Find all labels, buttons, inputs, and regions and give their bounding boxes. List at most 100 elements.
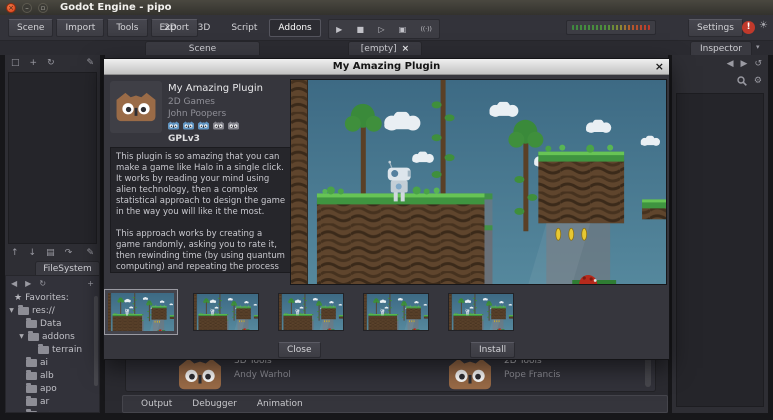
workspace-3d[interactable]: 3D bbox=[189, 19, 220, 37]
thumbnail-1-selected[interactable] bbox=[104, 289, 178, 335]
thumbnail-3[interactable] bbox=[278, 293, 344, 331]
move-up-icon[interactable]: ↑ bbox=[11, 248, 19, 258]
gear-icon[interactable]: ⚙ bbox=[754, 76, 762, 86]
folder-icon bbox=[26, 359, 37, 367]
window-minimize-button[interactable]: – bbox=[22, 3, 32, 13]
reparent-icon[interactable]: ↷ bbox=[65, 248, 73, 258]
thumbnail-2[interactable] bbox=[193, 293, 259, 331]
settings-button[interactable]: Settings bbox=[688, 19, 743, 37]
tab-debugger[interactable]: Debugger bbox=[192, 399, 237, 409]
plugin-license: GPLv3 bbox=[168, 134, 200, 144]
alert-icon[interactable]: ! bbox=[742, 21, 755, 34]
addon-author: Pope Francis bbox=[504, 370, 560, 380]
menu-tools[interactable]: Tools bbox=[107, 19, 147, 37]
instance-scene-icon[interactable]: ↻ bbox=[47, 58, 55, 68]
fs-back-icon[interactable]: ◀ bbox=[11, 279, 17, 288]
tab-empty-scene[interactable]: [empty] × bbox=[348, 41, 422, 55]
play-scene-icon[interactable]: ▷ bbox=[378, 25, 384, 34]
empty-scene-label: [empty] bbox=[361, 44, 397, 54]
fs-folder-addons[interactable]: ▼ addons bbox=[6, 330, 99, 343]
godot-editor-window: × – ▫ Godot Engine - pipo Scene Import T… bbox=[0, 0, 773, 420]
inspector-dock: ◀ ▶ ↺ ⚙ bbox=[672, 55, 768, 413]
tab-scene-dock[interactable]: Scene bbox=[145, 41, 260, 55]
tab-output[interactable]: Output bbox=[141, 399, 172, 409]
fs-folder-arss[interactable]: arss bbox=[6, 408, 99, 413]
workspace-2d[interactable]: 2D bbox=[155, 19, 186, 37]
preview-thumbnails bbox=[104, 289, 671, 337]
fs-folder-ai[interactable]: ai bbox=[6, 356, 99, 369]
menu-import[interactable]: Import bbox=[56, 19, 104, 37]
fs-folder-res[interactable]: ▼ res:// bbox=[6, 304, 99, 317]
attach-script-icon[interactable]: ✎ bbox=[86, 248, 94, 258]
inspector-content[interactable] bbox=[676, 93, 764, 407]
folder-label: ar bbox=[40, 397, 49, 407]
plugin-rating bbox=[167, 120, 240, 131]
folder-icon bbox=[26, 385, 37, 393]
inspector-back-icon[interactable]: ◀ bbox=[727, 59, 734, 69]
dialog-titlebar[interactable]: My Amazing Plugin × bbox=[104, 59, 669, 75]
plugin-description: This plugin is so amazing that you can m… bbox=[110, 147, 292, 273]
scene-tab-close-icon[interactable]: × bbox=[402, 44, 410, 54]
folder-label: Data bbox=[40, 319, 62, 329]
play-custom-scene-icon[interactable]: ▣ bbox=[399, 25, 407, 34]
workspace-addons[interactable]: Addons bbox=[269, 19, 320, 37]
brightness-icon[interactable]: ☀ bbox=[759, 20, 768, 31]
filesystem-panel: ◀ ▶ ↻ + ★ Favorites: ▼ res:// Data bbox=[5, 275, 100, 413]
fs-refresh-icon[interactable]: ↻ bbox=[39, 279, 46, 288]
inspector-forward-icon[interactable]: ▶ bbox=[741, 59, 748, 69]
fs-forward-icon[interactable]: ▶ bbox=[25, 279, 31, 288]
stop-icon[interactable]: ■ bbox=[357, 25, 365, 34]
add-node-icon[interactable]: + bbox=[30, 58, 38, 68]
performance-meter-fill bbox=[572, 25, 650, 30]
menu-scene[interactable]: Scene bbox=[8, 19, 53, 37]
tab-filesystem[interactable]: FileSystem bbox=[35, 261, 100, 275]
game-screenshot bbox=[291, 80, 666, 284]
window-close-button[interactable]: × bbox=[6, 3, 16, 13]
inspector-dropdown-icon[interactable]: ▾ bbox=[756, 43, 760, 51]
godot-head-icon bbox=[113, 87, 159, 127]
folder-label: ai bbox=[40, 358, 48, 368]
tab-animation[interactable]: Animation bbox=[257, 399, 303, 409]
filesystem-nav: ◀ ▶ ↻ + bbox=[6, 276, 99, 291]
thumbnail-4[interactable] bbox=[363, 293, 429, 331]
folder-label: arss bbox=[40, 410, 59, 414]
fs-add-icon[interactable]: + bbox=[87, 279, 94, 288]
filesystem-scrollbar[interactable] bbox=[94, 296, 98, 386]
duplicate-icon[interactable]: ▤ bbox=[46, 248, 55, 258]
fs-folder-terrain[interactable]: terrain bbox=[6, 343, 99, 356]
fs-favorites[interactable]: ★ Favorites: bbox=[6, 291, 99, 304]
expand-icon[interactable]: ▼ bbox=[8, 307, 15, 314]
folder-label: res:// bbox=[32, 306, 55, 316]
dialog-close-icon[interactable]: × bbox=[655, 60, 664, 73]
folder-icon bbox=[28, 333, 39, 341]
new-node-icon[interactable]: □ bbox=[11, 58, 20, 68]
play-icon[interactable]: ▶ bbox=[336, 25, 342, 34]
install-button[interactable]: Install bbox=[470, 342, 515, 358]
folder-icon bbox=[38, 346, 49, 354]
deploy-icon[interactable]: ((·)) bbox=[421, 26, 432, 33]
history-icon[interactable]: ↺ bbox=[754, 59, 762, 69]
fs-folder-alb[interactable]: alb bbox=[6, 369, 99, 382]
fs-folder-data[interactable]: Data bbox=[6, 317, 99, 330]
rating-icon bbox=[227, 120, 240, 131]
plugin-author: John Poopers bbox=[168, 109, 226, 119]
folder-label: terrain bbox=[52, 345, 82, 355]
search-icon[interactable] bbox=[737, 76, 747, 86]
expand-icon[interactable]: ▼ bbox=[18, 333, 25, 340]
fs-folder-apo[interactable]: apo bbox=[6, 382, 99, 395]
thumbnail-5[interactable] bbox=[448, 293, 514, 331]
close-button[interactable]: Close bbox=[278, 342, 321, 358]
scene-tools-icon[interactable]: ✎ bbox=[86, 58, 94, 68]
workspace-script[interactable]: Script bbox=[222, 19, 266, 37]
left-dock: □ + ↻ ✎ ↑ ↓ ▤ ↷ ✎ FileSystem ◀ ▶ ↻ + ★ F… bbox=[5, 55, 100, 413]
fs-folder-ar[interactable]: ar bbox=[6, 395, 99, 408]
scene-tree-panel[interactable] bbox=[8, 72, 97, 244]
rating-icon bbox=[212, 120, 225, 131]
dialog-title: My Amazing Plugin bbox=[333, 61, 440, 72]
plugin-name: My Amazing Plugin bbox=[168, 83, 263, 94]
window-maximize-button[interactable]: ▫ bbox=[38, 3, 48, 13]
folder-icon bbox=[18, 307, 29, 315]
move-down-icon[interactable]: ↓ bbox=[29, 248, 37, 258]
folder-icon bbox=[26, 320, 37, 328]
tab-inspector[interactable]: Inspector bbox=[690, 41, 752, 55]
